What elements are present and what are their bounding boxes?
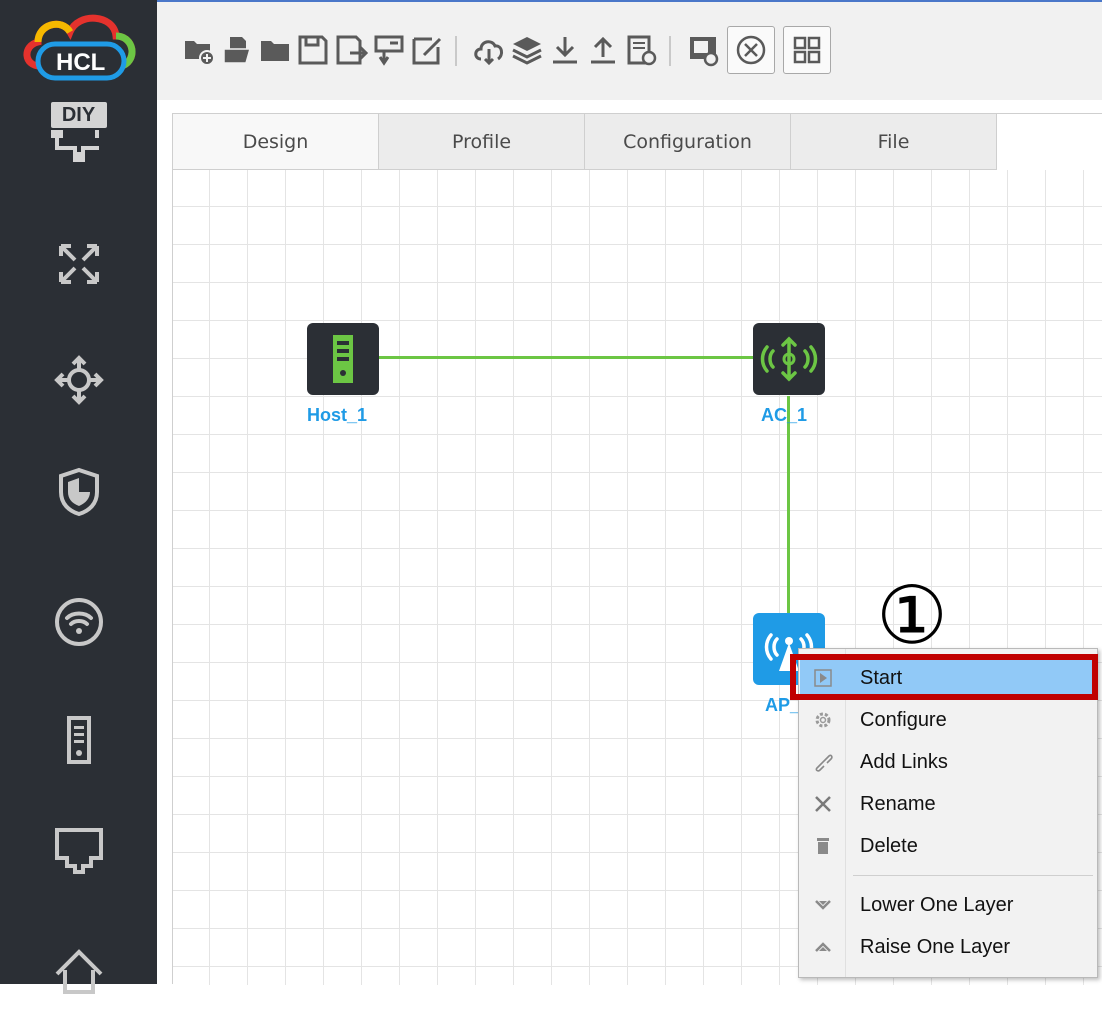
save-as-button[interactable] — [331, 30, 371, 70]
open-file-icon — [223, 37, 251, 64]
link-host1-ac1[interactable] — [379, 356, 789, 359]
device-sidebar: HCL DIY — [0, 0, 157, 994]
device-label: AP_ — [765, 695, 801, 715]
play-icon — [800, 669, 846, 687]
topology-view-icon — [736, 35, 766, 65]
gear-icon — [800, 710, 846, 730]
save-as-icon — [336, 35, 368, 65]
router-icon — [53, 355, 104, 405]
access-controller-icon — [760, 336, 818, 382]
layers-icon — [512, 37, 542, 65]
context-menu: Start Configure Add Links Rename Delete … — [798, 648, 1098, 978]
grid-view-icon — [793, 36, 821, 64]
save-icon — [298, 35, 328, 65]
logo-text: HCL — [56, 49, 106, 76]
cloud-icon — [474, 40, 504, 66]
diy-icon: DIY — [47, 102, 111, 162]
menu-item-start[interactable]: Start — [800, 658, 1096, 698]
hcl-logo: HCL — [18, 8, 142, 92]
tab-configuration[interactable]: Configuration — [585, 114, 791, 170]
history-icon — [627, 35, 657, 66]
screenshot-button[interactable] — [683, 30, 723, 70]
sidebar-item-diy[interactable]: DIY — [0, 92, 157, 172]
save-button[interactable] — [293, 30, 333, 70]
link-ac1-ap1[interactable] — [787, 396, 790, 614]
export-icon — [374, 35, 404, 66]
chevron-up-icon — [800, 940, 846, 954]
port-icon — [54, 828, 103, 874]
edit-icon — [412, 37, 442, 65]
device-ac1[interactable] — [753, 323, 825, 395]
sidebar-item-wireless[interactable] — [0, 572, 157, 672]
cloud-button[interactable] — [469, 30, 509, 70]
edit-button[interactable] — [407, 30, 447, 70]
layers-button[interactable] — [507, 30, 547, 70]
history-button[interactable] — [621, 30, 661, 70]
switch-icon — [58, 244, 99, 284]
link-icon — [800, 752, 846, 772]
sidebar-item-interface[interactable] — [0, 800, 157, 900]
upload-button[interactable] — [583, 30, 623, 70]
chevron-down-icon — [800, 898, 846, 912]
tab-file[interactable]: File — [791, 114, 997, 170]
tab-design[interactable]: Design — [173, 114, 379, 170]
export-button[interactable] — [369, 30, 409, 70]
topology-view-button[interactable] — [727, 26, 775, 74]
device-label: Host_1 — [307, 405, 368, 425]
wifi-icon — [54, 598, 103, 646]
sidebar-item-router[interactable] — [0, 330, 157, 430]
device-label: AC_1 — [761, 405, 808, 425]
tab-profile[interactable]: Profile — [379, 114, 585, 170]
download-icon — [553, 37, 577, 64]
host-icon — [333, 335, 353, 383]
menu-item-delete[interactable]: Delete — [800, 826, 1096, 866]
open-file-button[interactable] — [217, 30, 257, 70]
grid-view-button[interactable] — [783, 26, 831, 74]
home-icon — [55, 949, 102, 994]
toolbar-separator — [455, 36, 457, 66]
toolbar-separator — [669, 36, 671, 66]
screenshot-icon — [690, 37, 719, 67]
upload-icon — [591, 36, 615, 64]
new-project-icon — [185, 41, 215, 66]
rename-icon — [800, 794, 846, 814]
shield-icon — [58, 467, 99, 517]
sidebar-item-host[interactable] — [0, 690, 157, 790]
toolbar — [157, 0, 1102, 100]
sidebar-item-switch[interactable] — [0, 214, 157, 314]
open-folder-icon — [261, 41, 289, 61]
sidebar-item-other[interactable] — [0, 920, 157, 1020]
menu-separator — [853, 875, 1093, 876]
menu-item-lower-one-layer[interactable]: Lower One Layer — [800, 885, 1096, 925]
open-folder-button[interactable] — [255, 30, 295, 70]
tab-bar: Design Profile Configuration File — [173, 114, 1102, 170]
menu-item-configure[interactable]: Configure — [800, 700, 1096, 740]
sidebar-item-firewall[interactable] — [0, 442, 157, 542]
menu-item-rename[interactable]: Rename — [800, 784, 1096, 824]
host-icon — [66, 716, 91, 764]
menu-item-raise-one-layer[interactable]: Raise One Layer — [800, 927, 1096, 967]
device-host1[interactable] — [307, 323, 379, 395]
trash-icon — [800, 836, 846, 856]
new-project-button[interactable] — [179, 30, 219, 70]
menu-item-add-links[interactable]: Add Links — [800, 742, 1096, 782]
download-button[interactable] — [545, 30, 585, 70]
